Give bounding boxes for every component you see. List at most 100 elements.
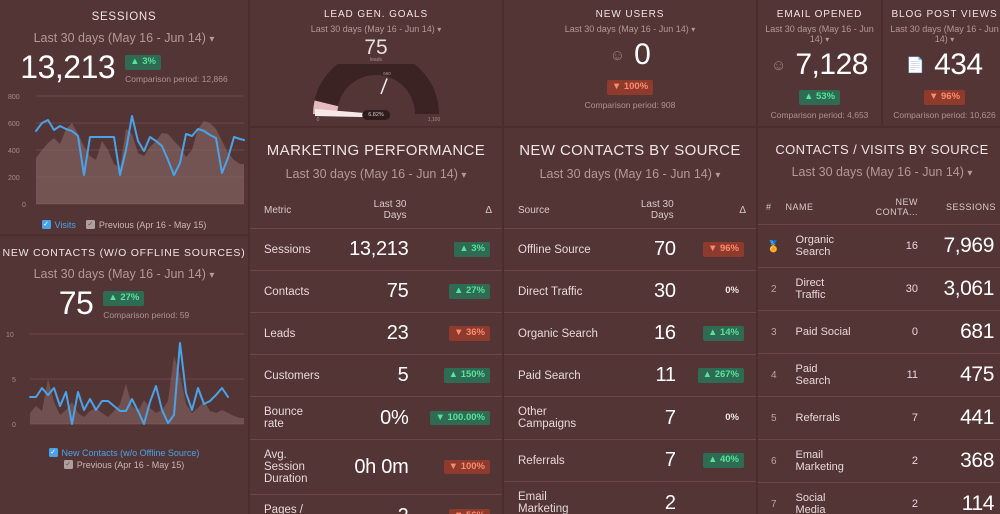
row-name: Referrals (781, 396, 864, 440)
panel-marketing-performance: MARKETING PERFORMANCE Last 30 days (May … (250, 128, 502, 514)
table-row[interactable]: Sessions 13,213 ▲ 3% (250, 228, 502, 271)
table-row[interactable]: 2 Direct Traffic 30 3,061 (758, 267, 1000, 311)
table-row[interactable]: Direct Traffic 30 0% (504, 270, 756, 313)
row-delta: 0% (683, 270, 756, 313)
col-last-30-days[interactable]: Last 30 Days (610, 193, 684, 229)
row-value: 7 (610, 396, 684, 440)
new-contacts-by-source-table: Source Last 30 Days Δ Offline Source 70 ▼ … (504, 193, 756, 514)
lead-gen-date-range-selector[interactable]: Last 30 days (May 16 - Jun 14) ▾ (250, 24, 502, 34)
gauge-min-label: 0 (317, 117, 320, 122)
blog-post-views-date-range-selector[interactable]: Last 30 days (May 16 - Jun 14) ▾ (883, 24, 1000, 44)
new-users-date-range-label: Last 30 days (May 16 - Jun 14) (564, 24, 689, 34)
table-row[interactable]: 5 Referrals 7 441 (758, 396, 1000, 440)
table-row[interactable]: 6 Email Marketing 2 368 (758, 439, 1000, 483)
table-row[interactable]: Pages / Session2▼ 56% (250, 494, 502, 514)
row-name: Email Marketing (781, 439, 864, 483)
table-row[interactable]: Leads 23 ▼ 36% (250, 312, 502, 355)
blog-post-views-title: BLOG POST VIEWS (891, 9, 998, 20)
sessions-chart-svg: 800 600 400 200 0 (8, 94, 245, 209)
row-value: 5 (334, 354, 417, 397)
email-opened-value: 7,128 (795, 48, 868, 81)
sessions-previous-area (36, 120, 244, 204)
new-contacts-chart-svg: 10 5 0 (6, 332, 244, 429)
row-delta: ▼ 96% (683, 228, 756, 271)
marketing-performance-date-range-selector[interactable]: Last 30 days (May 16 - Jun 14) ▾ (250, 167, 502, 181)
row-source: Referrals (504, 439, 611, 482)
table-row[interactable]: 🏅 Organic Search 16 7,969 (758, 224, 1000, 268)
table-row[interactable]: Organic Search 16 ▲ 14% (504, 312, 756, 355)
table-row[interactable]: Offline Source 70 ▼ 96% (504, 228, 756, 271)
row-value: 2 (334, 494, 417, 514)
email-opened-title: EMAIL OPENED (776, 9, 863, 20)
new-contacts-value: 75 (58, 285, 94, 322)
new-users-kpi: ☺ 0 (504, 40, 756, 70)
row-delta: 0% (683, 396, 756, 440)
row-delta: ▼ 56% (416, 494, 502, 514)
chevron-down-icon: ▾ (437, 25, 442, 34)
lead-gen-percent-pill: 6.82% (362, 110, 390, 120)
svg-text:600: 600 (8, 121, 20, 128)
col-delta[interactable]: Δ (683, 193, 756, 229)
row-sessions: 441 (928, 396, 1000, 440)
col-source[interactable]: Source (504, 193, 611, 229)
col-delta[interactable]: Δ (416, 193, 502, 229)
sessions-y-axis: 800 600 400 200 0 (8, 94, 26, 209)
sessions-legend: ✓ Visits ✓ Previous (Apr 16 - May 15) (0, 220, 248, 230)
table-row[interactable]: Customers 5 ▲ 150% (250, 354, 502, 397)
table-row[interactable]: Referrals 7 ▲ 40% (504, 439, 756, 482)
legend-label-previous: Previous (Apr 16 - May 15) (98, 219, 207, 230)
document-icon: 📄 (906, 56, 926, 74)
col-last-30-days[interactable]: Last 30 Days (334, 193, 417, 229)
contacts-visits-date-range-selector[interactable]: Last 30 days (May 16 - Jun 14) ▾ (758, 165, 1000, 179)
svg-text:10: 10 (6, 332, 14, 339)
checkbox-checked-icon[interactable]: ✓ (41, 220, 51, 230)
row-delta: ▲ 14% (683, 312, 756, 355)
email-opened-date-range-selector[interactable]: Last 30 days (May 16 - Jun 14) ▾ (758, 24, 881, 44)
new-users-date-range-selector[interactable]: Last 30 days (May 16 - Jun 14) ▾ (504, 24, 756, 34)
legend-item-new-contacts[interactable]: ✓ New Contacts (w/o Offline Source) (48, 448, 199, 458)
sessions-comparison: Comparison period: 12,866 (125, 73, 228, 84)
table-row[interactable]: Avg. Session Duration 0h 0m ▼ 100% (250, 439, 502, 495)
checkbox-checked-icon[interactable]: ✓ (85, 220, 95, 230)
row-value: 11 (610, 354, 684, 397)
checkbox-checked-icon[interactable]: ✓ (48, 448, 58, 458)
table-row[interactable]: Contacts 75 ▲ 27% (250, 270, 502, 313)
legend-item-previous[interactable]: ✓ Previous (Apr 16 - May 15) (85, 219, 207, 230)
col-metric[interactable]: Metric (250, 193, 335, 229)
table-row[interactable]: 3 Paid Social 0 681 (758, 310, 1000, 354)
row-value: 13,213 (334, 228, 417, 271)
col-sessions[interactable]: SESSIONS (928, 191, 1000, 225)
table-row[interactable]: Paid Search 11 ▲ 267% (504, 354, 756, 397)
row-new-contacts: 7 (864, 396, 928, 440)
legend-item-visits[interactable]: ✓ Visits (41, 220, 76, 230)
table-row[interactable]: Email Marketing 2 (504, 481, 756, 514)
legend-item-previous-contacts[interactable]: ✓ Previous (Apr 16 - May 15) (63, 460, 184, 470)
col-name[interactable]: NAME (781, 191, 864, 225)
table-row[interactable]: Other Campaigns 7 0% (504, 396, 756, 440)
panel-blog-post-views: BLOG POST VIEWS Last 30 days (May 16 - J… (881, 0, 1000, 126)
panel-email-opened: EMAIL OPENED Last 30 days (May 16 - Jun … (758, 0, 881, 126)
col-new-contacts[interactable]: NEW CONTA... (864, 191, 928, 225)
col-rank[interactable]: # (758, 191, 782, 225)
new-contacts-by-source-date-range-selector[interactable]: Last 30 days (May 16 - Jun 14) ▾ (504, 167, 756, 181)
panel-new-contacts-by-source: NEW CONTACTS BY SOURCE Last 30 days (May… (504, 128, 756, 514)
row-source: Organic Search (504, 312, 611, 355)
new-contacts-previous-area (30, 355, 244, 424)
checkbox-checked-icon[interactable]: ✓ (63, 460, 73, 470)
row-new-contacts: 0 (864, 310, 928, 354)
sessions-date-range-label: Last 30 days (May 16 - Jun 14) (33, 31, 206, 45)
row-delta: ▼ 100% (416, 439, 502, 495)
new-contacts-y-axis: 10 5 0 (6, 332, 16, 429)
row-value: 70 (610, 228, 684, 271)
sessions-date-range-selector[interactable]: Last 30 days (May 16 - Jun 14) ▾ (8, 31, 240, 45)
chevron-down-icon: ▾ (209, 269, 215, 281)
chevron-down-icon: ▾ (967, 168, 973, 179)
table-row[interactable]: 4 Paid Search 11 475 (758, 353, 1000, 397)
table-header-row: Metric Last 30 Days Δ (250, 193, 502, 229)
table-row[interactable]: Bounce rate 0% ▼ 100.00% (250, 396, 502, 440)
lead-gen-title: LEAD GEN. GOALS (323, 9, 429, 20)
new-contacts-date-range-selector[interactable]: Last 30 days (May 16 - Jun 14) ▾ (0, 267, 248, 281)
row-sessions: 681 (928, 310, 1000, 354)
table-row[interactable]: 7 Social Media 2 114 (758, 482, 1000, 514)
sessions-header: SESSIONS Last 30 days (May 16 - Jun 14) … (0, 0, 248, 84)
